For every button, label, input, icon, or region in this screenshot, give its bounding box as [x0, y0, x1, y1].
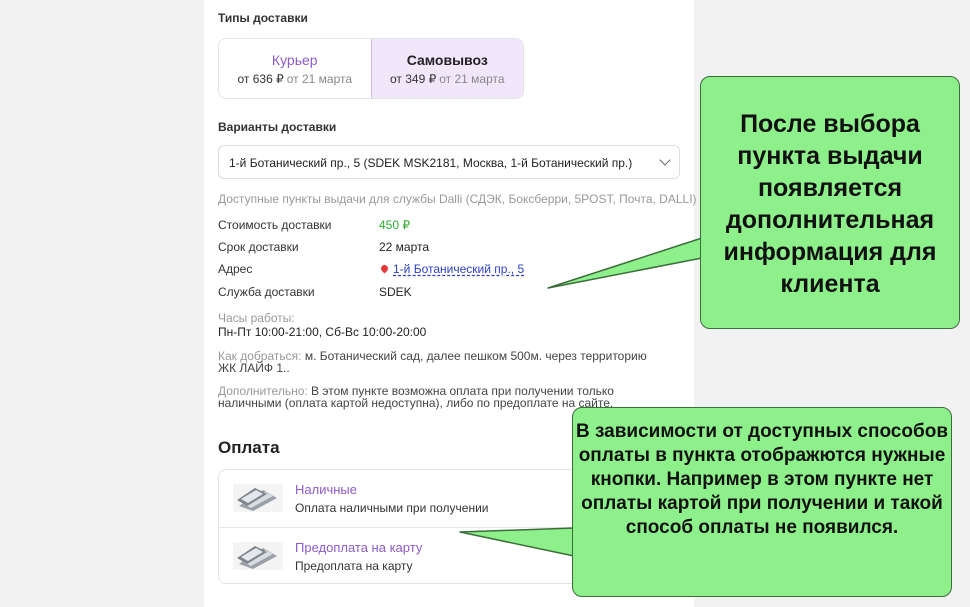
- cost-label: Стоимость доставки: [218, 218, 332, 232]
- delivery-type-title: Самовывоз: [406, 52, 488, 68]
- address-row: 1-й Ботанический пр., 5: [379, 262, 524, 276]
- pickup-point-select[interactable]: 1-й Ботанический пр., 5 (SDEK MSK2181, М…: [218, 145, 680, 179]
- delivery-type-date: от 21 марта: [286, 72, 353, 86]
- hours-label: Часы работы:: [218, 311, 295, 325]
- chevron-down-icon: [659, 154, 671, 166]
- payment-method-subtitle: Оплата наличными при получении: [295, 501, 489, 515]
- payment-methods: Наличные Оплата наличными при получении …: [218, 469, 618, 584]
- pickup-point-value: 1-й Ботанический пр., 5 (SDEK MSK2181, М…: [229, 156, 633, 170]
- delivery-type-price: от 636 ₽: [237, 72, 284, 86]
- payment-method-subtitle: Предоплата на карту: [295, 559, 413, 573]
- address-link[interactable]: 1-й Ботанический пр., 5: [393, 262, 524, 276]
- delivery-types-heading: Типы доставки: [218, 11, 308, 25]
- delivery-type-courier[interactable]: Курьер от 636 ₽ от 21 марта: [219, 39, 371, 98]
- delivery-type-pickup[interactable]: Самовывоз от 349 ₽ от 21 марта: [370, 39, 523, 98]
- delivery-type-date: от 21 марта: [439, 72, 505, 86]
- cash-icon: [233, 542, 283, 570]
- payment-method-prepay-card[interactable]: Предоплата на карту Предоплата на карту: [219, 527, 617, 584]
- payment-heading: Оплата: [218, 438, 280, 457]
- cash-icon: [233, 484, 283, 512]
- delivery-type-price: от 349 ₽: [389, 72, 437, 86]
- term-value: 22 марта: [379, 240, 430, 254]
- hours-value: Пн-Пт 10:00-21:00, Сб-Вс 10:00-20:00: [218, 325, 427, 339]
- cost-value: 450 ₽: [379, 218, 410, 232]
- route-info: Как добраться: м. Ботанический сад, дале…: [218, 350, 658, 374]
- address-label: Адрес: [218, 262, 253, 276]
- payment-method-title: Предоплата на карту: [295, 540, 423, 555]
- service-value: SDEK: [379, 285, 412, 299]
- delivery-type-selector: Курьер от 636 ₽ от 21 марта Самовывоз от …: [218, 38, 524, 99]
- service-label: Служба доставки: [218, 285, 315, 299]
- available-points-note: Доступные пункты выдачи для службы Dalli…: [218, 192, 697, 206]
- annotation-callout-details: После выбора пункта выдачи появляется до…: [700, 76, 960, 329]
- delivery-type-title: Курьер: [271, 52, 318, 68]
- term-label: Срок доставки: [218, 240, 299, 254]
- payment-method-cash[interactable]: Наличные Оплата наличными при получении: [219, 470, 617, 527]
- map-pin-icon: [379, 263, 390, 274]
- annotation-callout-payment: В зависимости от доступных способов опла…: [572, 407, 952, 597]
- payment-method-title: Наличные: [295, 482, 357, 497]
- extra-info: Дополнительно: В этом пункте возможна оп…: [218, 385, 668, 409]
- delivery-variants-heading: Варианты доставки: [218, 120, 337, 134]
